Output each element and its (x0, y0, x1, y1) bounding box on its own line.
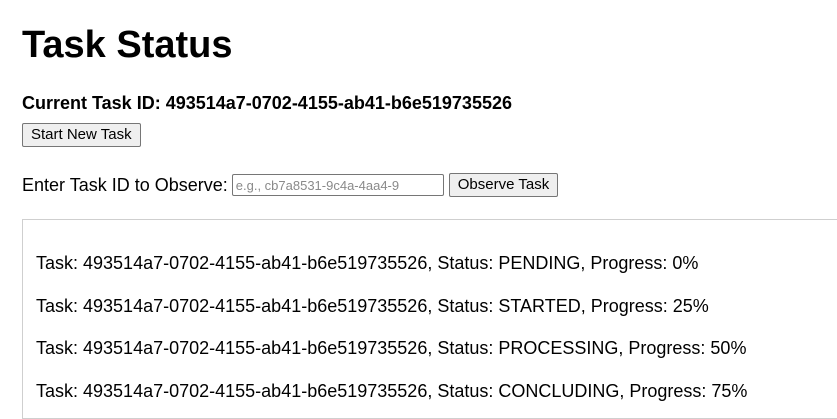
current-task-id: Current Task ID: 493514a7-0702-4155-ab41… (22, 93, 512, 113)
log-line: Task: 493514a7-0702-4155-ab41-b6e5197355… (36, 338, 747, 358)
task-log-panel[interactable]: Task: 493514a7-0702-4155-ab41-b6e5197355… (22, 219, 837, 419)
task-id-input[interactable] (231, 174, 444, 196)
start-new-task-button[interactable]: Start New Task (22, 123, 141, 147)
page: Task Status Current Task ID: 493514a7-07… (0, 0, 837, 199)
log-line: Task: 493514a7-0702-4155-ab41-b6e5197355… (36, 253, 699, 273)
observe-task-row: Enter Task ID to Observe: Observe Task (22, 171, 837, 199)
log-line: Task: 493514a7-0702-4155-ab41-b6e5197355… (36, 380, 748, 401)
observe-task-label: Enter Task ID to Observe: (22, 175, 228, 195)
observe-task-button[interactable]: Observe Task (448, 173, 559, 197)
start-task-row: Start New Task (22, 123, 837, 149)
page-title: Task Status (22, 24, 233, 66)
log-line: Task: 493514a7-0702-4155-ab41-b6e5197355… (36, 295, 709, 316)
